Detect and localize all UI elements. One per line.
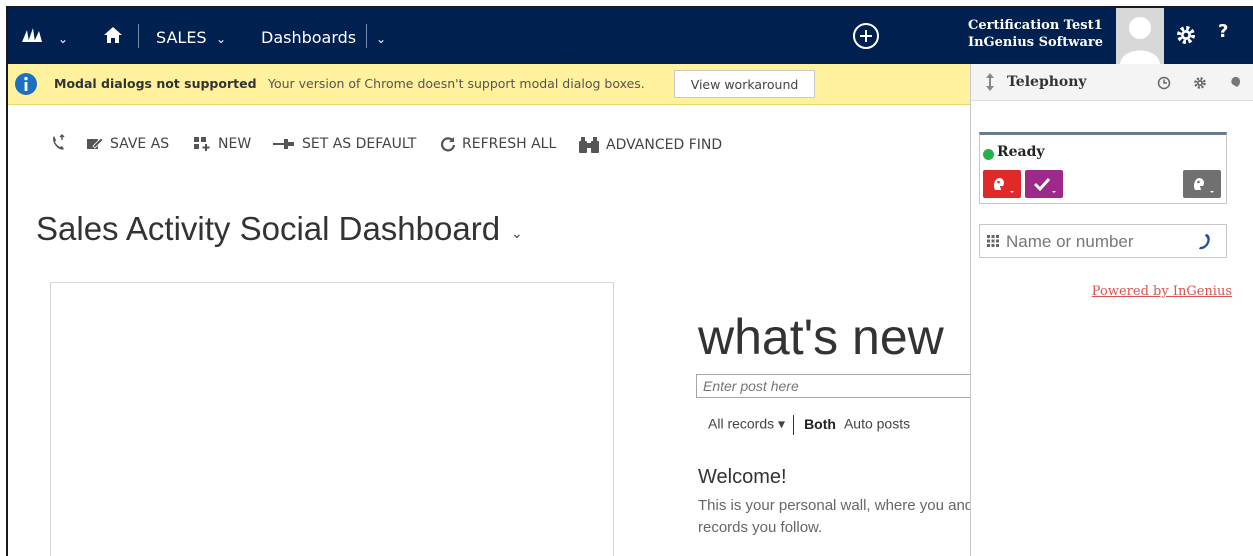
dial-input[interactable]: Name or number (979, 224, 1227, 258)
avatar[interactable] (1116, 8, 1164, 64)
post-input[interactable] (696, 374, 986, 398)
gear-icon[interactable] (1193, 76, 1207, 90)
telephony-pane: Telephony Ready Name or number Powered b… (970, 64, 1253, 556)
set-as-default-button[interactable]: SET AS DEFAULT (272, 136, 416, 152)
welcome-text: This is your personal wall, where you an… (698, 497, 974, 536)
dialpad-icon[interactable] (987, 235, 999, 247)
dashboard-component-panel (50, 282, 614, 556)
not-ready-button[interactable] (983, 170, 1021, 198)
notification-bar: Modal dialogs not supported Your version… (8, 64, 970, 105)
help-icon[interactable]: ? (1218, 21, 1228, 42)
user-info[interactable]: Certification Test1 InGenius Software (968, 17, 1103, 51)
agent-head-icon (1194, 178, 1214, 193)
app-window: ⌄ SALES ⌄ Dashboards ⌄ Certification Tes… (6, 6, 1253, 556)
page-title[interactable]: Sales Activity Social Dashboard (36, 210, 500, 248)
welcome-title: Welcome! (698, 466, 787, 488)
filter-divider (793, 415, 795, 435)
whats-new-title: what's new (698, 309, 944, 365)
phone-icon[interactable] (1196, 232, 1214, 252)
chevron-down-icon[interactable]: ⌄ (511, 226, 523, 242)
phone-icon (53, 134, 65, 150)
pin-icon (273, 139, 294, 149)
dynamics-logo-icon[interactable] (20, 26, 44, 44)
save-as-icon (87, 137, 104, 149)
home-icon[interactable] (102, 24, 124, 46)
advanced-find-button[interactable]: ADVANCED FIND (578, 136, 722, 154)
set-as-default-label: SET AS DEFAULT (302, 136, 417, 152)
filter-both[interactable]: Both (804, 416, 836, 432)
org-name: InGenius Software (968, 35, 1103, 50)
filter-auto-posts[interactable]: Auto posts (844, 416, 910, 432)
save-as-label: SAVE AS (110, 136, 170, 152)
new-label: NEW (218, 136, 252, 152)
headset-icon[interactable] (1229, 75, 1243, 89)
user-silhouette-icon (1120, 17, 1160, 64)
top-nav-bar: ⌄ SALES ⌄ Dashboards ⌄ Certification Tes… (8, 8, 1253, 64)
phone-command-button[interactable] (50, 134, 74, 152)
nav-module-sales[interactable]: SALES (156, 28, 207, 47)
save-as-button[interactable]: SAVE AS (86, 136, 169, 152)
create-plus-icon[interactable] (852, 22, 880, 50)
binoculars-icon (579, 137, 599, 153)
refresh-all-button[interactable]: REFRESH ALL (440, 136, 556, 152)
gear-icon[interactable] (1174, 23, 1198, 47)
nav-divider (366, 24, 367, 48)
wrap-up-button[interactable] (1025, 170, 1063, 198)
agent-menu-button[interactable] (1183, 170, 1221, 198)
telephony-header: Telephony (971, 64, 1253, 101)
status-dot (983, 149, 994, 160)
powered-by-link[interactable]: Powered by InGenius (1092, 284, 1232, 299)
refresh-all-label: REFRESH ALL (462, 136, 557, 152)
refresh-icon (440, 137, 456, 152)
notice-message: Your version of Chrome doesn't support m… (268, 76, 645, 91)
user-name: Certification Test1 (968, 18, 1103, 33)
advanced-find-label: ADVANCED FIND (606, 137, 723, 153)
all-records-filter[interactable]: All records ▾ (708, 416, 785, 432)
wall-filters: All records ▾ Both Auto posts (708, 415, 910, 435)
telephony-title: Telephony (1007, 74, 1087, 90)
resize-arrows-icon[interactable] (983, 72, 997, 92)
nav-divider (138, 24, 139, 48)
checkmark-icon (1033, 177, 1056, 193)
new-button[interactable]: NEW (194, 136, 251, 152)
chevron-down-icon[interactable]: ⌄ (58, 32, 68, 46)
new-icon (194, 137, 210, 151)
view-workaround-button[interactable]: View workaround (674, 70, 815, 98)
info-icon (15, 73, 37, 95)
clock-icon[interactable] (1157, 76, 1171, 90)
dial-placeholder: Name or number (1006, 232, 1134, 251)
chevron-down-icon[interactable]: ⌄ (216, 32, 226, 46)
agent-not-ready-icon (994, 178, 1014, 193)
nav-area-dashboards[interactable]: Dashboards (261, 28, 356, 47)
agent-status-label: Ready (997, 144, 1045, 160)
notice-title: Modal dialogs not supported (54, 76, 257, 91)
chevron-down-icon[interactable]: ⌄ (376, 32, 386, 46)
